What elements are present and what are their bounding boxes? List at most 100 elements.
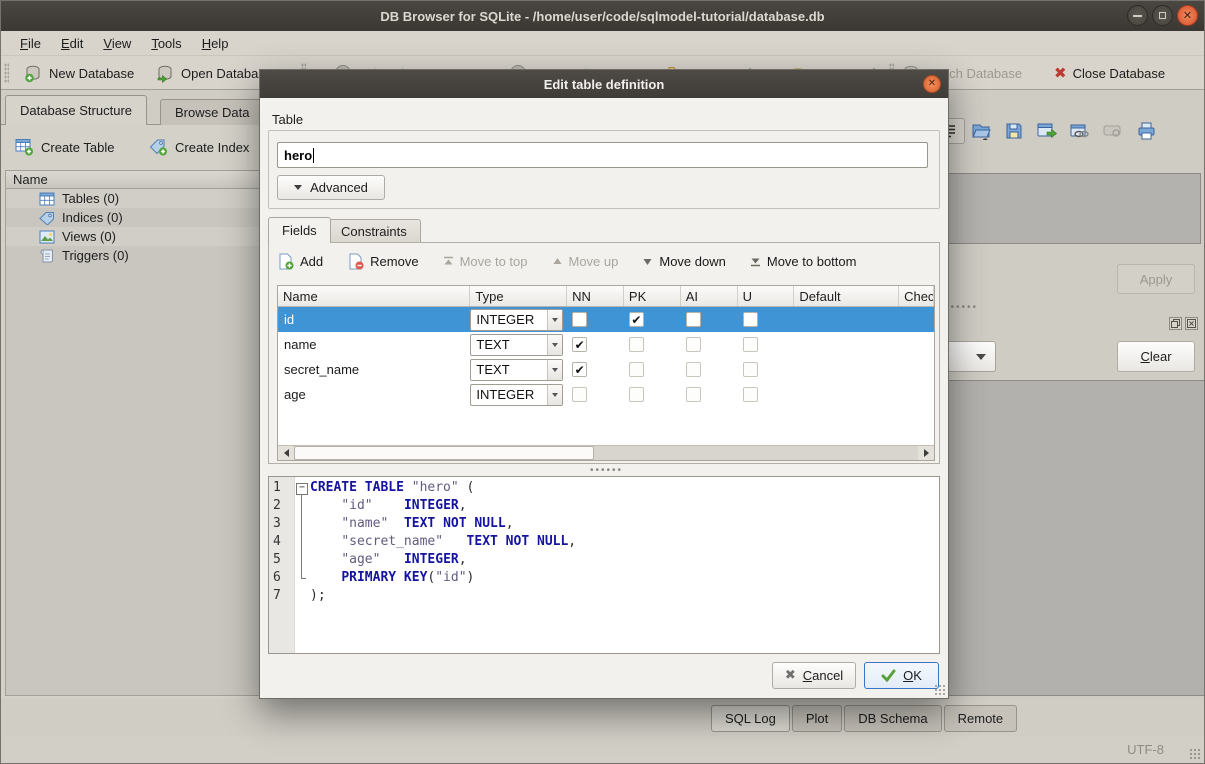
u-checkbox[interactable] — [743, 362, 758, 377]
move-down-button[interactable]: Move down — [642, 254, 725, 269]
fold-marker-icon[interactable] — [294, 515, 310, 533]
toolbar-drag-handle[interactable] — [4, 63, 9, 83]
column-header-type[interactable]: Type — [470, 286, 567, 306]
menu-help[interactable]: Help — [193, 33, 238, 54]
u-checkbox[interactable] — [743, 387, 758, 402]
field-name-cell[interactable]: secret_name — [278, 362, 470, 377]
bottom-tab-sql-log[interactable]: SQL Log — [711, 705, 790, 732]
type-combobox[interactable]: INTEGER — [470, 384, 563, 406]
titlebar[interactable]: DB Browser for SQLite - /home/user/code/… — [1, 1, 1204, 31]
nn-checkbox[interactable] — [572, 387, 587, 402]
column-header-u[interactable]: U — [738, 286, 795, 306]
bottom-tab-db-schema[interactable]: DB Schema — [844, 705, 941, 732]
field-row-name[interactable]: nameTEXT ✔ — [278, 332, 934, 357]
chevron-down-icon[interactable] — [547, 335, 562, 355]
fold-marker-icon[interactable] — [294, 533, 310, 551]
import-icon[interactable] — [970, 120, 992, 142]
fold-marker-icon[interactable] — [294, 479, 310, 497]
table-name-input[interactable]: hero — [277, 142, 928, 168]
type-combobox[interactable]: INTEGER — [470, 309, 563, 331]
nn-checkbox[interactable]: ✔ — [572, 337, 587, 352]
type-combobox[interactable]: TEXT — [470, 359, 563, 381]
menu-file[interactable]: File — [11, 33, 50, 54]
ai-checkbox[interactable] — [686, 362, 701, 377]
add-field-button[interactable]: Add — [277, 253, 323, 270]
menu-tools[interactable]: Tools — [142, 33, 190, 54]
export-icon[interactable] — [1036, 120, 1058, 142]
tab-database-structure[interactable]: Database Structure — [5, 95, 147, 125]
column-header-check[interactable]: Check — [899, 286, 934, 306]
tab-browse-data[interactable]: Browse Data — [160, 99, 264, 125]
field-row-id[interactable]: idINTEGER ✔ — [278, 307, 934, 332]
chevron-down-icon[interactable] — [547, 310, 562, 330]
pk-checkbox[interactable] — [629, 337, 644, 352]
tab-constraints[interactable]: Constraints — [327, 219, 421, 243]
pk-checkbox[interactable]: ✔ — [629, 312, 644, 327]
bottom-tab-plot[interactable]: Plot — [792, 705, 842, 732]
chevron-down-icon[interactable] — [547, 360, 562, 380]
clear-log-button[interactable]: Clear — [1117, 341, 1195, 372]
create-index-button[interactable]: Create Index — [143, 133, 255, 161]
dock2-float-button[interactable] — [1169, 317, 1182, 330]
menu-edit[interactable]: Edit — [52, 33, 92, 54]
field-name-cell[interactable]: age — [278, 387, 470, 402]
field-row-secret_name[interactable]: secret_nameTEXT ✔ — [278, 357, 934, 382]
dialog-titlebar[interactable]: Edit table definition ✕ — [260, 70, 948, 98]
window-resize-grip[interactable] — [1189, 748, 1201, 760]
chevron-down-icon — [294, 185, 302, 190]
column-header-default[interactable]: Default — [794, 286, 899, 306]
maximize-button[interactable] — [1152, 5, 1173, 26]
print-icon[interactable] — [1135, 120, 1157, 142]
close-database-button[interactable]: ✖ Close Database — [1049, 59, 1170, 87]
create-table-button[interactable]: Create Table — [9, 133, 120, 161]
remove-field-button[interactable]: Remove — [347, 253, 418, 270]
menu-view[interactable]: View — [94, 33, 140, 54]
bottom-tab-remote[interactable]: Remote — [944, 705, 1018, 732]
move-up-button[interactable]: Move up — [552, 254, 619, 269]
column-header-nn[interactable]: NN — [567, 286, 624, 306]
minimize-button[interactable] — [1127, 5, 1148, 26]
nn-checkbox[interactable]: ✔ — [572, 362, 587, 377]
dialog-resize-grip[interactable] — [934, 684, 946, 696]
field-row-age[interactable]: ageINTEGER — [278, 382, 934, 407]
type-combobox[interactable]: TEXT — [470, 334, 563, 356]
dialog-close-button[interactable]: ✕ — [923, 75, 941, 93]
apply-cell-button[interactable]: Apply — [1117, 264, 1195, 294]
ai-checkbox[interactable] — [686, 387, 701, 402]
column-header-pk[interactable]: PK — [624, 286, 681, 306]
fold-marker-icon[interactable] — [294, 551, 310, 569]
scrollbar-thumb[interactable] — [294, 446, 594, 460]
fold-marker-icon[interactable] — [294, 497, 310, 515]
dock2-close-button[interactable] — [1185, 317, 1198, 330]
new-database-button[interactable]: New Database — [19, 59, 139, 87]
scroll-right-arrow[interactable] — [918, 446, 934, 460]
set-null-icon[interactable] — [1102, 120, 1124, 142]
scroll-left-arrow[interactable] — [278, 446, 294, 460]
link-icon[interactable] — [1069, 120, 1091, 142]
nn-checkbox[interactable] — [572, 312, 587, 327]
move-to-top-button[interactable]: Move to top — [443, 254, 528, 269]
dialog-splitter[interactable]: •••••• — [590, 465, 623, 476]
fields-table-hscrollbar[interactable] — [278, 445, 934, 460]
save-icon[interactable] — [1003, 120, 1025, 142]
field-name-cell[interactable]: name — [278, 337, 470, 352]
ai-checkbox[interactable] — [686, 337, 701, 352]
close-button[interactable]: ✕ — [1177, 5, 1198, 26]
pk-checkbox[interactable] — [629, 387, 644, 402]
ok-button[interactable]: OK — [864, 662, 939, 689]
column-header-name[interactable]: Name — [278, 286, 470, 306]
column-header-ai[interactable]: AI — [681, 286, 738, 306]
pk-checkbox[interactable] — [629, 362, 644, 377]
tab-fields[interactable]: Fields — [268, 217, 331, 243]
u-checkbox[interactable] — [743, 337, 758, 352]
ai-checkbox[interactable] — [686, 312, 701, 327]
field-name-cell[interactable]: id — [278, 312, 470, 327]
move-to-bottom-button[interactable]: Move to bottom — [750, 254, 857, 269]
sql-preview-editor[interactable]: 1CREATE TABLE "hero" (2 "id" INTEGER,3 "… — [268, 476, 940, 654]
dock-splitter[interactable]: •••••• — [945, 302, 978, 313]
chevron-down-icon[interactable] — [547, 385, 562, 405]
cancel-button[interactable]: ✖ Cancel — [772, 662, 856, 689]
advanced-toggle-button[interactable]: Advanced — [277, 175, 385, 200]
u-checkbox[interactable] — [743, 312, 758, 327]
fold-marker-icon[interactable] — [294, 569, 310, 587]
